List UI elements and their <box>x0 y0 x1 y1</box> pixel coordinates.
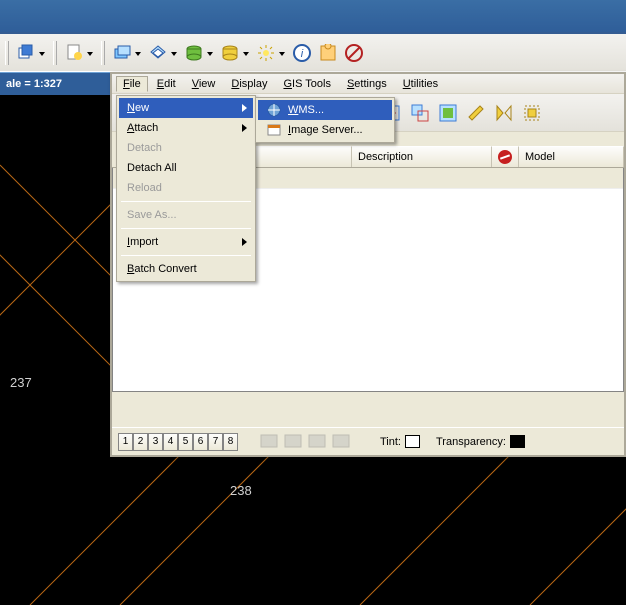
tint-swatch[interactable] <box>405 435 420 448</box>
new-doc-icon[interactable] <box>62 41 86 65</box>
app-titlebar <box>0 0 626 34</box>
rotate-icon[interactable] <box>464 101 488 125</box>
submenu-label: Image Server... <box>288 124 363 136</box>
print-icon <box>260 433 280 451</box>
status-disabled-tools <box>260 433 352 451</box>
menubar: File New Attach Detach Detach All Reload… <box>112 74 624 94</box>
submenu-new-wms[interactable]: WMS... <box>258 100 392 120</box>
page-button-4[interactable]: 4 <box>163 433 178 451</box>
cad-label: 238 <box>230 483 252 498</box>
layers-icon <box>332 433 352 451</box>
menu-view[interactable]: View <box>185 76 223 92</box>
raster-manager-window: File New Attach Detach Detach All Reload… <box>110 72 626 457</box>
page-button-2[interactable]: 2 <box>133 433 148 451</box>
cad-label: 237 <box>10 375 32 390</box>
page-button-7[interactable]: 7 <box>208 433 223 451</box>
database-green-icon[interactable] <box>182 41 206 65</box>
transparency-label: Transparency: <box>436 436 506 448</box>
column-header-model[interactable]: Model <box>519 146 624 167</box>
cascade-windows-icon[interactable] <box>14 41 38 65</box>
menu-display[interactable]: Display <box>224 76 274 92</box>
file-menu-dropdown: New Attach Detach Detach All Reload Save… <box>116 95 256 282</box>
toolbar-grip[interactable] <box>5 41 9 65</box>
column-header[interactable] <box>252 146 352 167</box>
page-button-5[interactable]: 5 <box>178 433 193 451</box>
menu-file-save-as: Save As... <box>119 205 253 225</box>
toolbar-grip[interactable] <box>101 41 105 65</box>
file-new-submenu: WMS... Image Server... <box>255 97 395 143</box>
menu-edit[interactable]: Edit <box>150 76 183 92</box>
page-buttons: 12345678 <box>118 433 238 451</box>
menu-file-attach[interactable]: Attach <box>119 118 253 138</box>
globe-icon <box>266 102 282 118</box>
select-all-icon[interactable] <box>436 101 460 125</box>
puzzle-icon[interactable] <box>316 41 340 65</box>
menu-file-detach: Detach <box>119 138 253 158</box>
scale-readout: ale = 1:327 <box>0 72 110 95</box>
menu-file-detach-all[interactable]: Detach All <box>119 158 253 178</box>
scale-text: ale = 1:327 <box>6 78 62 90</box>
disable-circle-icon[interactable] <box>342 41 366 65</box>
menu-utilities[interactable]: Utilities <box>396 76 445 92</box>
menu-settings[interactable]: Settings <box>340 76 394 92</box>
align-icon[interactable] <box>520 101 544 125</box>
info-icon[interactable]: i <box>290 41 314 65</box>
menu-file-batch-convert[interactable]: Batch Convert <box>119 259 253 279</box>
transparency-swatch[interactable] <box>510 435 525 448</box>
page-button-8[interactable]: 8 <box>223 433 238 451</box>
forbidden-icon <box>498 150 512 164</box>
menu-separator <box>121 228 251 229</box>
submenu-label: WMS... <box>288 104 324 116</box>
database-yellow-icon[interactable] <box>218 41 242 65</box>
image-server-icon <box>266 122 282 138</box>
column-header-status[interactable] <box>492 146 519 167</box>
page-button-1[interactable]: 1 <box>118 433 133 451</box>
menu-separator <box>121 201 251 202</box>
layers-diamond-icon[interactable] <box>146 41 170 65</box>
page-button-6[interactable]: 6 <box>193 433 208 451</box>
toolbar-grip[interactable] <box>53 41 57 65</box>
cube-icon <box>284 433 304 451</box>
tint-label: Tint: <box>380 436 401 448</box>
select-window-icon[interactable] <box>408 101 432 125</box>
menu-gis-tools[interactable]: GIS Tools <box>276 76 338 92</box>
menu-file-new[interactable]: New <box>119 98 253 118</box>
menu-file-import[interactable]: Import <box>119 232 253 252</box>
layers-square-icon[interactable] <box>110 41 134 65</box>
page-button-3[interactable]: 3 <box>148 433 163 451</box>
menu-file-reload: Reload <box>119 178 253 198</box>
mirror-icon[interactable] <box>492 101 516 125</box>
stack-icon <box>308 433 328 451</box>
statusbar: 12345678 Tint: Transparency: <box>112 427 624 455</box>
column-header-description[interactable]: Description <box>352 146 492 167</box>
menu-separator <box>121 255 251 256</box>
menu-file[interactable]: File <box>116 76 148 92</box>
submenu-new-image-server[interactable]: Image Server... <box>258 120 392 140</box>
main-toolbar: i <box>0 34 626 72</box>
light-icon[interactable] <box>254 41 278 65</box>
